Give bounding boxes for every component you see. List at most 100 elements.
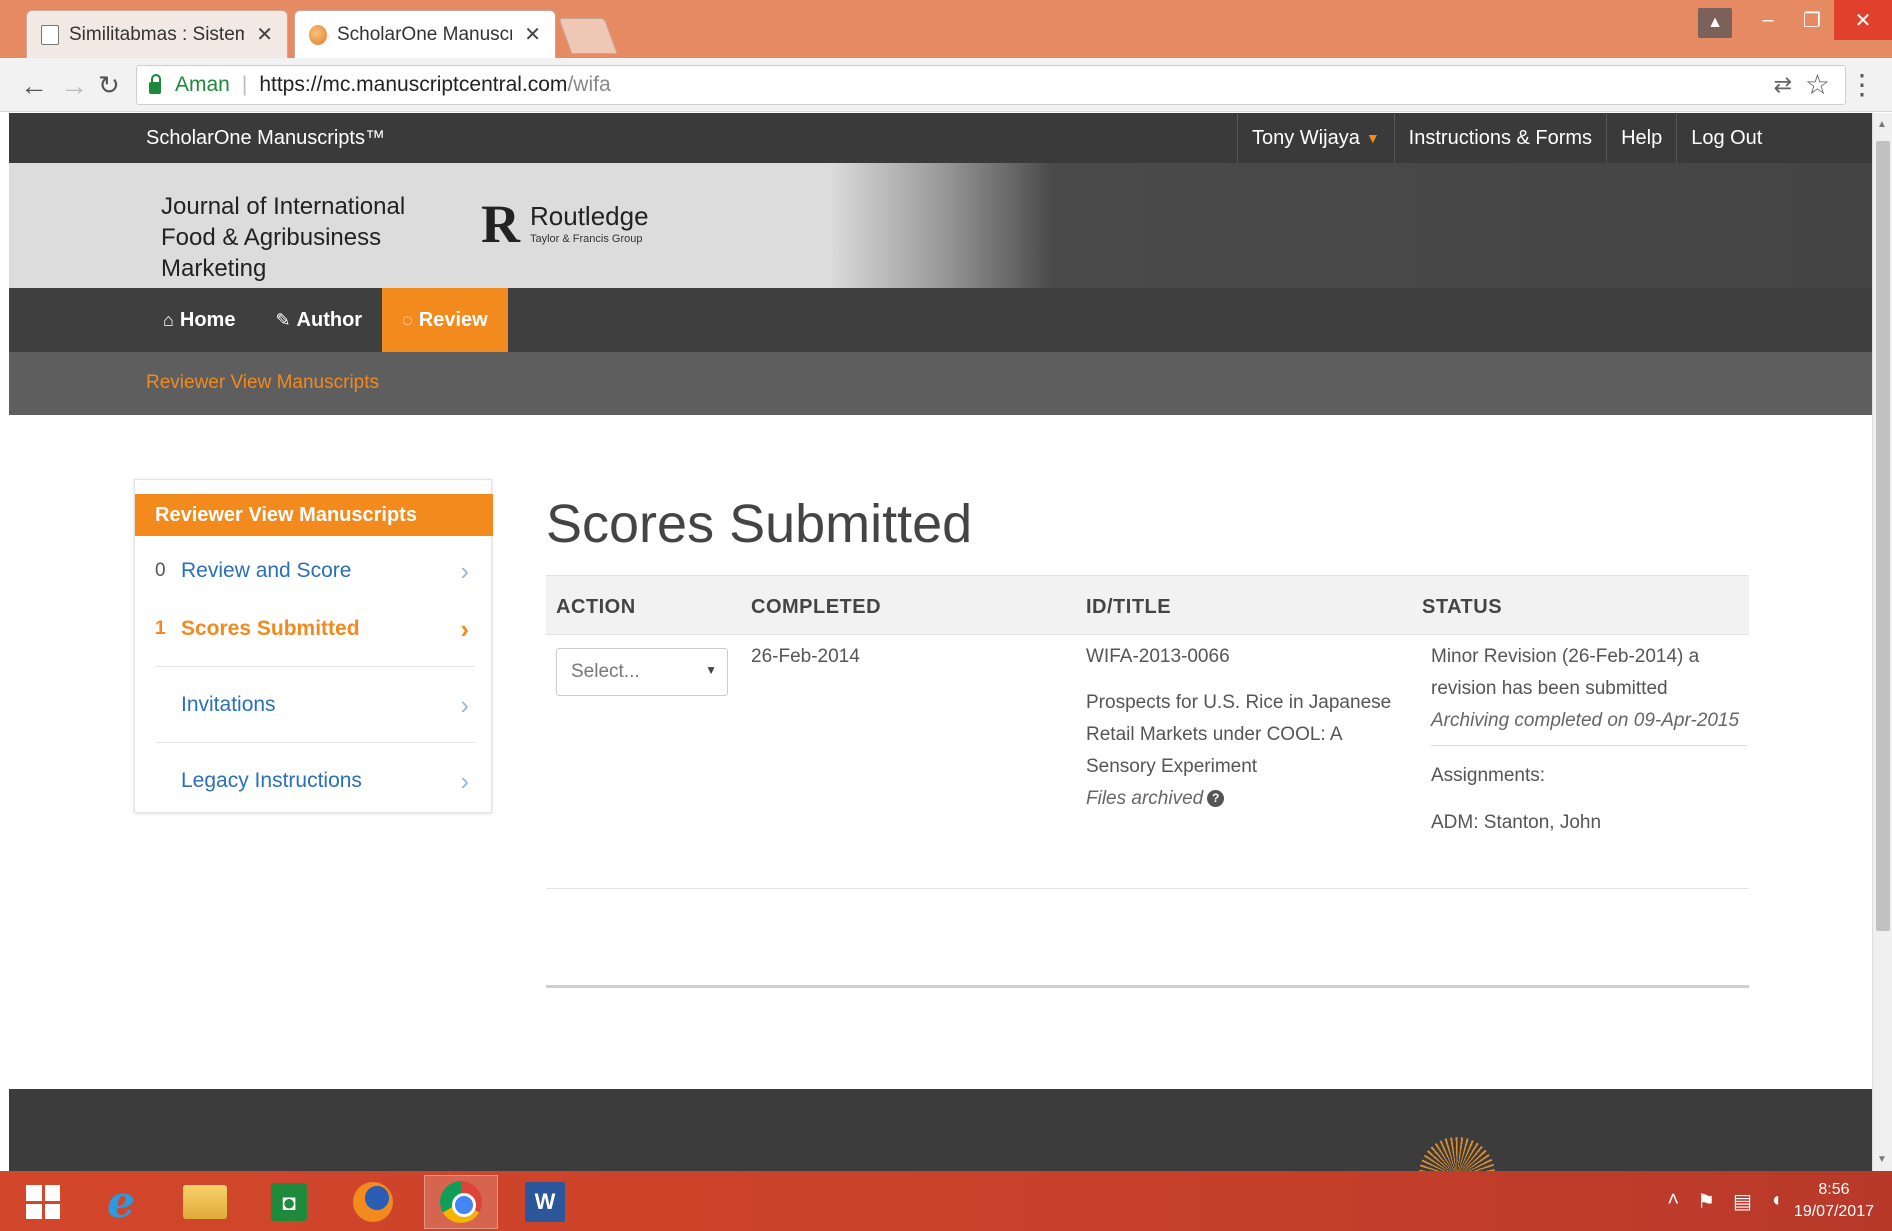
page-title: Scores Submitted (546, 494, 973, 554)
tab-similitabmas[interactable]: Similitabmas : Sistem Inf ✕ (26, 10, 288, 58)
translate-icon[interactable]: ⇄ (1774, 72, 1792, 98)
item-count: 0 (155, 560, 166, 581)
taskbar-word[interactable]: W (508, 1175, 582, 1229)
files-archived-label: Files archived (1086, 788, 1204, 809)
lock-icon (149, 74, 161, 94)
sidebar-item-label: Scores Submitted (181, 617, 360, 640)
archiving-status: Archiving completed on 09-Apr-2015 (1431, 710, 1740, 731)
reviewer-view-link[interactable]: Reviewer View Manuscripts (146, 372, 379, 394)
scholarone-icon (309, 24, 327, 45)
page-content: ScholarOne Manuscripts™ Tony Wijaya ▼ In… (9, 113, 1872, 1171)
status-line: revision has been submitted (1431, 678, 1668, 699)
nav-home-label: Home (179, 308, 236, 331)
start-button[interactable] (6, 1175, 80, 1229)
url-path: /wifa (567, 73, 611, 96)
clock-date: 19/07/2017 (1793, 1203, 1874, 1220)
tab-label: ScholarOne Manuscripts (337, 23, 512, 45)
nav-review[interactable]: ◌ Review (382, 288, 508, 352)
tab-label: Similitabmas : Sistem Inf (69, 23, 245, 45)
secure-label: Aman (175, 73, 230, 96)
scroll-down-icon[interactable]: ▼ (1877, 1154, 1887, 1165)
taskbar-explorer[interactable] (168, 1175, 242, 1229)
status-line: Minor Revision (26-Feb-2014) a (1431, 646, 1700, 667)
chevron-right-icon: › (460, 689, 469, 720)
manuscript-title-line: Retail Markets under COOL: A (1086, 724, 1343, 745)
window-controls: ▲ – ❐ ✕ (1698, 0, 1892, 44)
nav-author-label: Author (296, 308, 363, 331)
sidebar-item-label: Review and Score (181, 559, 352, 582)
volume-icon[interactable]: ◖ (1770, 1189, 1782, 1214)
assignments-label: Assignments: (1431, 765, 1546, 786)
manuscript-title-line: Sensory Experiment (1086, 756, 1258, 777)
clock-time: 8:56 (1818, 1181, 1850, 1198)
new-tab-button[interactable] (558, 18, 618, 54)
chevron-up-icon[interactable]: ˄ (1667, 1189, 1679, 1214)
taskbar-store[interactable]: ◘ (252, 1175, 326, 1229)
divider (155, 742, 475, 743)
sidebar-item-label: Legacy Instructions (181, 769, 362, 792)
browser-tab-bar: Similitabmas : Sistem Inf ✕ ScholarOne M… (0, 0, 1892, 58)
page-scrollbar[interactable]: ▲ ▼ (1872, 113, 1892, 1171)
sidebar-header: Reviewer View Manuscripts (135, 494, 493, 536)
files-archived: Files archived? (1086, 783, 1416, 815)
reload-icon[interactable]: ↻ (98, 70, 120, 101)
close-icon[interactable]: ✕ (524, 22, 541, 47)
scroll-up-icon[interactable]: ▲ (1877, 119, 1887, 130)
url-field[interactable]: Aman | https://mc.manuscriptcentral.com /… (136, 65, 1846, 105)
windows-taskbar: e ◘ W ˄ ⚑ ▤ ◖ 8:56 19/07/2017 (0, 1171, 1892, 1231)
forward-icon[interactable]: → (60, 70, 88, 102)
taskbar-chrome[interactable] (424, 1175, 498, 1229)
action-select[interactable]: Select... ▼ (556, 648, 728, 696)
chevron-right-icon: › (460, 555, 469, 586)
sidebar-item-review-and-score[interactable]: 0 Review and Score › (155, 542, 475, 600)
network-icon[interactable]: ▤ (1733, 1189, 1752, 1214)
word-icon: W (525, 1182, 565, 1222)
brand-logo[interactable]: ScholarOne Manuscripts™ (146, 127, 385, 150)
firefox-icon (353, 1182, 393, 1222)
assignment-adm: ADM: Stanton, John (1431, 812, 1602, 833)
user-icon[interactable]: ▲ (1698, 8, 1732, 38)
column-header-id-title: ID/TITLE (1086, 596, 1172, 618)
logout-link[interactable]: Log Out (1676, 113, 1776, 163)
scroll-thumb[interactable] (1876, 141, 1890, 931)
sidebar-item-scores-submitted[interactable]: 1 Scores Submitted › (155, 600, 475, 658)
journal-title[interactable]: Journal of International Food & Agribusi… (161, 191, 491, 284)
flag-icon[interactable]: ⚑ (1697, 1189, 1715, 1214)
close-icon[interactable]: ✕ (256, 22, 273, 47)
chevron-right-icon: › (460, 765, 469, 796)
sidebar-item-label: Invitations (181, 693, 276, 716)
tab-scholarone[interactable]: ScholarOne Manuscripts ✕ (294, 10, 556, 58)
chevron-right-icon: › (460, 613, 469, 644)
user-menu[interactable]: Tony Wijaya ▼ (1237, 113, 1394, 163)
column-header-status: STATUS (1422, 596, 1503, 618)
back-icon[interactable]: ← (20, 70, 48, 102)
top-navigation-links: Tony Wijaya ▼ Instructions & Forms Help … (1237, 113, 1776, 163)
item-count: 1 (155, 618, 166, 639)
sidebar: Reviewer View Manuscripts 0 Review and S… (134, 479, 493, 813)
nav-review-label: Review (418, 308, 488, 331)
instructions-forms-link[interactable]: Instructions & Forms (1393, 113, 1606, 163)
restore-icon[interactable]: ❐ (1790, 0, 1834, 40)
nav-author[interactable]: ✎ Author (255, 288, 382, 352)
sidebar-item-legacy-instructions[interactable]: Legacy Instructions › (155, 752, 475, 810)
nav-home[interactable]: ⌂ Home (143, 288, 255, 352)
taskbar-firefox[interactable] (336, 1175, 410, 1229)
manuscript-title-line: Prospects for U.S. Rice in Japanese (1086, 692, 1392, 713)
window-close-icon[interactable]: ✕ (1834, 0, 1892, 40)
system-clock[interactable]: 8:56 19/07/2017 (1794, 1179, 1874, 1223)
menu-icon[interactable]: ⋮ (1848, 68, 1876, 101)
column-header-action: ACTION (556, 596, 636, 618)
star-icon[interactable]: ☆ (1805, 68, 1830, 101)
sidebar-item-invitations[interactable]: Invitations › (155, 676, 475, 734)
url-separator: | (241, 73, 248, 96)
routledge-mark: R (481, 194, 520, 254)
taskbar-ie[interactable]: e (84, 1175, 158, 1229)
address-bar: ← → ↻ Aman | https://mc.manuscriptcentra… (0, 58, 1892, 112)
sub-navigation: Reviewer View Manuscripts (9, 352, 1872, 415)
caret-down-icon: ▼ (705, 663, 717, 677)
manuscript-title: Prospects for U.S. Rice in Japanese Reta… (1086, 687, 1416, 815)
minimize-icon[interactable]: – (1746, 0, 1790, 40)
status-block: Minor Revision (26-Feb-2014) a revision … (1431, 641, 1751, 737)
question-icon[interactable]: ? (1207, 790, 1225, 808)
help-link[interactable]: Help (1606, 113, 1676, 163)
